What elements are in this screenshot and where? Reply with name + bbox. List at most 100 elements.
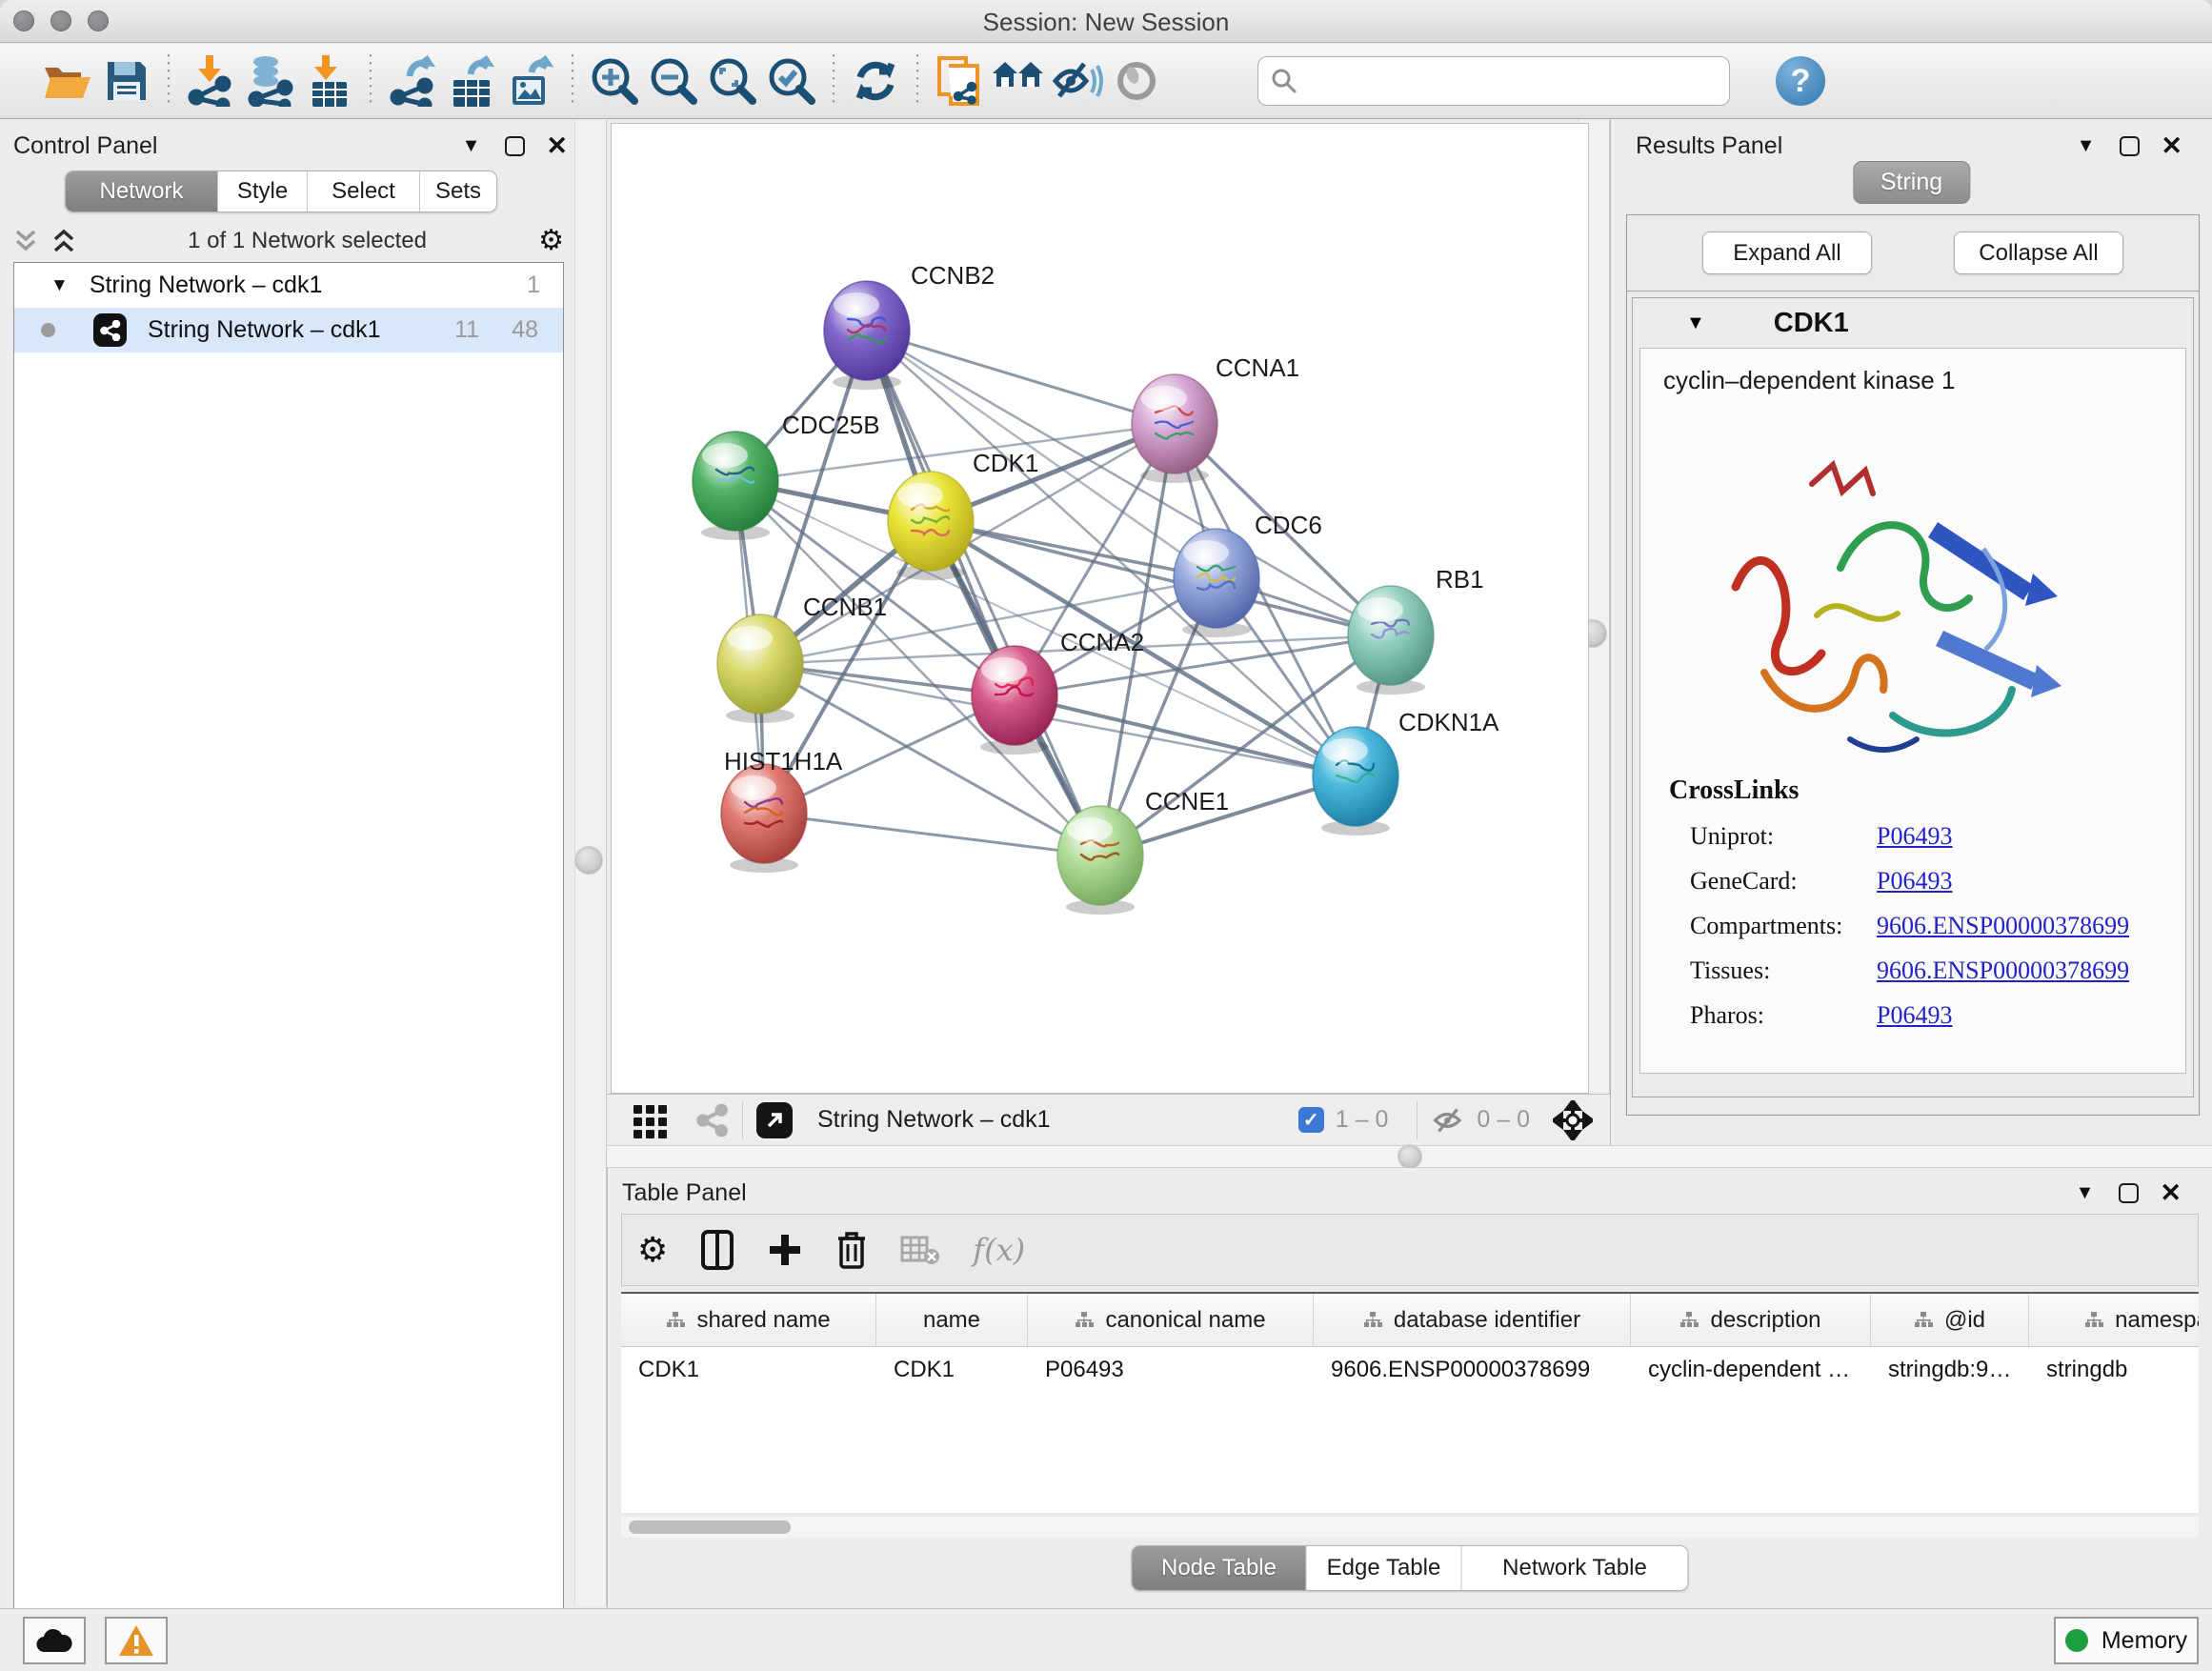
collapse-all-chevron-icon[interactable]: [13, 228, 38, 254]
horizontal-splitter[interactable]: [607, 1145, 2212, 1168]
crosslink-link[interactable]: P06493: [1877, 867, 1952, 896]
scrollbar-thumb[interactable]: [629, 1520, 791, 1534]
gene-section-header[interactable]: ▼ CDK1: [1633, 298, 2193, 348]
help-button[interactable]: ?: [1776, 56, 1825, 106]
export-table-button[interactable]: [442, 51, 501, 111]
apply-style-button[interactable]: [846, 51, 905, 111]
tab-select[interactable]: Select: [308, 171, 420, 211]
table-horizontal-scrollbar[interactable]: [621, 1517, 2199, 1538]
network-collection-row[interactable]: ▼ String Network – cdk1 1: [14, 263, 563, 308]
collapse-section-icon[interactable]: ▼: [1686, 312, 1705, 334]
crosslink-row: Uniprot: P06493: [1669, 822, 2129, 851]
birds-eye-view-button[interactable]: [756, 1102, 793, 1138]
panel-menu-icon[interactable]: ▼: [462, 135, 481, 157]
horizontal-splitter-handle[interactable]: [1398, 1144, 1422, 1169]
app-window: Session: New Session: [0, 0, 2212, 1671]
panel-menu-icon[interactable]: ▼: [2077, 135, 2096, 157]
table-row[interactable]: CDK1CDK1P064939606.ENSP00000378699cyclin…: [621, 1347, 2199, 1393]
delete-column-icon[interactable]: [835, 1230, 868, 1270]
table-cell[interactable]: CDK1: [876, 1347, 1028, 1393]
zoom-fit-button[interactable]: [703, 51, 762, 111]
tree-expand-icon[interactable]: ▼: [50, 275, 69, 296]
expand-all-button[interactable]: Expand All: [1702, 232, 1872, 274]
tab-sets[interactable]: Sets: [420, 171, 496, 211]
double-home-icon: [992, 60, 1045, 102]
gear-icon[interactable]: ⚙: [538, 227, 564, 255]
share-view-icon[interactable]: [696, 1104, 729, 1137]
home-layout-button[interactable]: [989, 51, 1048, 111]
import-network-from-database-button[interactable]: [240, 51, 299, 111]
table-cell[interactable]: cyclin-dependent …: [1631, 1347, 1871, 1393]
new-network-from-selection-button[interactable]: [930, 51, 989, 111]
panel-float-icon[interactable]: [2119, 1183, 2139, 1203]
zoom-fit-icon: [708, 56, 757, 106]
add-column-icon[interactable]: [767, 1232, 803, 1268]
panel-close-icon[interactable]: ✕: [2161, 131, 2182, 161]
tab-string[interactable]: String: [1853, 161, 1970, 204]
network-from-selection-icon: [935, 54, 983, 108]
left-splitter-handle[interactable]: [574, 846, 603, 875]
tab-edge-table[interactable]: Edge Table: [1307, 1546, 1462, 1590]
center-view-icon[interactable]: [1553, 1100, 1593, 1140]
column-header[interactable]: shared name: [621, 1294, 876, 1346]
panel-close-icon[interactable]: ✕: [546, 131, 568, 161]
selected-checkbox-icon[interactable]: ✓: [1298, 1107, 1324, 1133]
column-header[interactable]: description: [1631, 1294, 1871, 1346]
table-cell[interactable]: 9606.ENSP00000378699: [1314, 1347, 1631, 1393]
export-image-button[interactable]: [501, 51, 560, 111]
crosslink-link[interactable]: 9606.ENSP00000378699: [1877, 912, 2129, 940]
zoom-out-button[interactable]: [644, 51, 703, 111]
tab-style[interactable]: Style: [218, 171, 308, 211]
memory-button[interactable]: Memory: [2054, 1617, 2199, 1664]
panel-menu-icon[interactable]: ▼: [2076, 1182, 2095, 1204]
gene-details: cyclin–dependent kinase 1: [1639, 348, 2186, 1074]
table-cell[interactable]: stringdb: [2029, 1347, 2199, 1393]
network-row[interactable]: String Network – cdk1 11 48: [14, 308, 563, 352]
node-table[interactable]: shared namenamecanonical namedatabase id…: [621, 1292, 2199, 1513]
crosslink-link[interactable]: P06493: [1877, 822, 1952, 851]
open-file-button[interactable]: [38, 51, 97, 111]
expand-all-chevron-icon[interactable]: [51, 228, 76, 254]
table-cell[interactable]: P06493: [1028, 1347, 1314, 1393]
show-graphics-details-button[interactable]: [1107, 51, 1166, 111]
warnings-button[interactable]: [105, 1617, 168, 1664]
tab-network-table[interactable]: Network Table: [1462, 1546, 1688, 1590]
export-network-button[interactable]: [383, 51, 442, 111]
svg-text:CDC6: CDC6: [1255, 511, 1322, 539]
save-session-button[interactable]: [97, 51, 156, 111]
import-network-from-file-button[interactable]: [181, 51, 240, 111]
panel-float-icon[interactable]: [505, 136, 525, 156]
table-settings-gear-icon[interactable]: ⚙: [637, 1233, 668, 1267]
column-header[interactable]: namespac: [2029, 1294, 2199, 1346]
panel-float-icon[interactable]: [2120, 136, 2140, 156]
show-columns-icon[interactable]: [700, 1229, 734, 1271]
control-panel-header: Control Panel ▼ ✕: [13, 127, 585, 165]
crosslink-row: Pharos: P06493: [1669, 1001, 2129, 1030]
column-header[interactable]: canonical name: [1028, 1294, 1314, 1346]
hide-unhide-button[interactable]: [1048, 51, 1107, 111]
table-cell[interactable]: CDK1: [621, 1347, 876, 1393]
panel-close-icon[interactable]: ✕: [2160, 1178, 2182, 1208]
zoom-selected-button[interactable]: [762, 51, 821, 111]
collapse-all-button[interactable]: Collapse All: [1954, 232, 2123, 274]
crosslink-link[interactable]: 9606.ENSP00000378699: [1877, 956, 2129, 985]
table-cell[interactable]: stringdb:9…: [1871, 1347, 2029, 1393]
svg-text:CDK1: CDK1: [973, 449, 1038, 477]
network-graph[interactable]: CCNB2CCNA1CDC25BCDK1CDC6RB1CCNB1CCNA2CDK…: [612, 124, 1588, 1093]
import-table-button[interactable]: [299, 51, 358, 111]
column-header[interactable]: @id: [1871, 1294, 2029, 1346]
network-view[interactable]: CCNB2CCNA1CDC25BCDK1CDC6RB1CCNB1CCNA2CDK…: [611, 123, 1589, 1094]
tab-node-table[interactable]: Node Table: [1133, 1546, 1307, 1590]
hidden-eye-icon: [1431, 1107, 1465, 1134]
grid-mode-icon[interactable]: [632, 1101, 670, 1139]
search-input[interactable]: [1257, 56, 1730, 106]
crosslink-link[interactable]: P06493: [1877, 1001, 1952, 1030]
column-header[interactable]: database identifier: [1314, 1294, 1631, 1346]
svg-text:CDKN1A: CDKN1A: [1398, 708, 1499, 736]
column-header[interactable]: name: [876, 1294, 1028, 1346]
network-label: String Network – cdk1: [148, 316, 381, 344]
cloud-button[interactable]: [23, 1617, 86, 1664]
lens-icon: [1115, 59, 1158, 103]
zoom-in-button[interactable]: [585, 51, 644, 111]
tab-network[interactable]: Network: [66, 171, 218, 211]
